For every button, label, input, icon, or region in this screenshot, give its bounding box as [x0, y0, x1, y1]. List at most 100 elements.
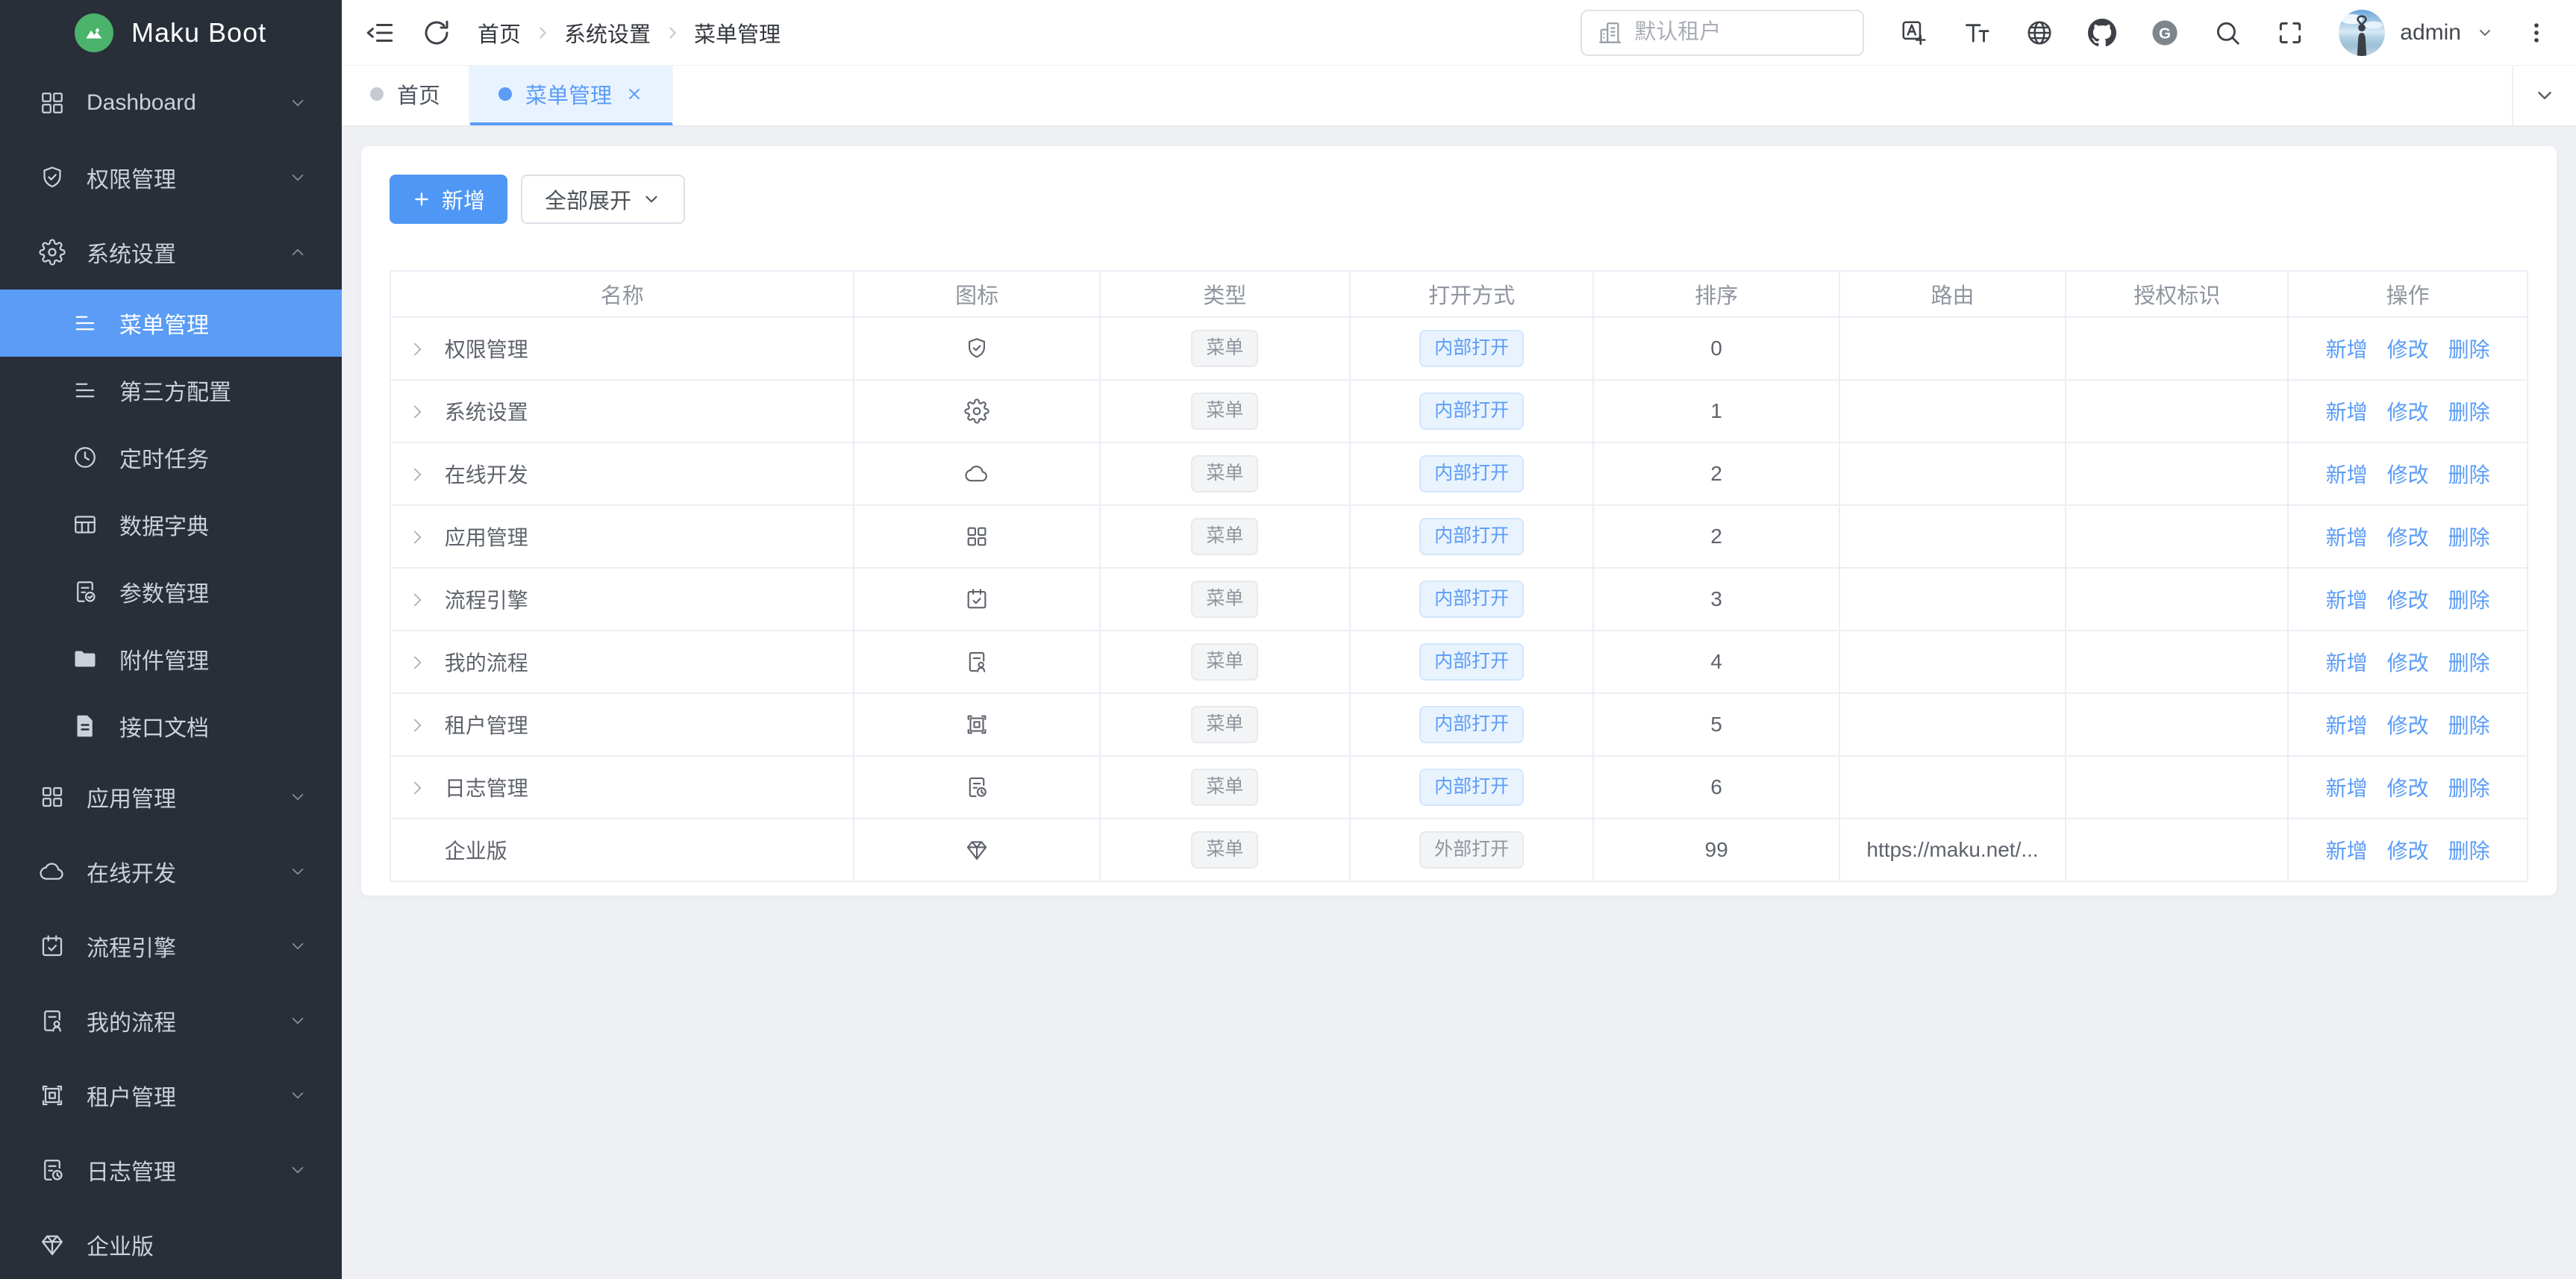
route-value [1839, 631, 2066, 693]
row-delete-link[interactable]: 删除 [2448, 589, 2490, 612]
github-icon[interactable] [2088, 19, 2116, 47]
sort-value: 2 [1593, 505, 1839, 568]
auth-value [2066, 380, 2288, 443]
log-icon [964, 775, 990, 800]
row-edit-link[interactable]: 修改 [2387, 401, 2429, 424]
tenant-input[interactable] [1634, 20, 1848, 45]
row-add-link[interactable]: 新增 [2326, 338, 2368, 361]
expand-row-icon[interactable] [407, 716, 427, 735]
row-delete-link[interactable]: 删除 [2448, 714, 2490, 737]
row-add-link[interactable]: 新增 [2326, 714, 2368, 737]
table-row: 应用管理 菜单 内部打开 2 新增修改删除 [390, 505, 2527, 568]
type-tag: 菜单 [1191, 393, 1258, 430]
more-vertical-icon[interactable] [2524, 19, 2549, 47]
folder-icon [72, 645, 99, 672]
expand-row-icon[interactable] [407, 402, 427, 422]
sidebar-item-定时任务[interactable]: 定时任务 [0, 424, 342, 491]
sidebar-item-参数管理[interactable]: 参数管理 [0, 558, 342, 625]
gitee-icon[interactable]: G [2151, 19, 2179, 47]
sidebar-item-系统设置[interactable]: 系统设置 [0, 215, 342, 290]
row-edit-link[interactable]: 修改 [2387, 338, 2429, 361]
fullscreen-icon[interactable] [2276, 19, 2304, 47]
open-mode-tag: 内部打开 [1419, 518, 1524, 555]
tenant-select[interactable] [1581, 10, 1864, 56]
chevron-down-icon [642, 190, 661, 209]
sort-value: 0 [1593, 317, 1839, 380]
open-mode-tag: 内部打开 [1419, 769, 1524, 806]
sidebar-item-接口文档[interactable]: 接口文档 [0, 692, 342, 760]
sidebar-item-附件管理[interactable]: 附件管理 [0, 625, 342, 692]
sidebar-item-应用管理[interactable]: 应用管理 [0, 760, 342, 834]
sidebar-item-数据字典[interactable]: 数据字典 [0, 491, 342, 558]
row-add-link[interactable]: 新增 [2326, 401, 2368, 424]
row-delete-link[interactable]: 删除 [2448, 401, 2490, 424]
expand-row-icon[interactable] [407, 590, 427, 610]
chevron-right-icon [534, 25, 551, 41]
type-tag: 菜单 [1191, 581, 1258, 618]
row-edit-link[interactable]: 修改 [2387, 714, 2429, 737]
close-icon[interactable] [625, 85, 643, 103]
sidebar-item-权限管理[interactable]: 权限管理 [0, 140, 342, 215]
column-header: 授权标识 [2066, 271, 2288, 317]
breadcrumb-system[interactable]: 系统设置 [564, 17, 651, 49]
sidebar-item-日志管理[interactable]: 日志管理 [0, 1133, 342, 1207]
row-edit-link[interactable]: 修改 [2387, 839, 2429, 863]
chevron-up-icon [288, 243, 307, 262]
row-add-link[interactable]: 新增 [2326, 589, 2368, 612]
row-add-link[interactable]: 新增 [2326, 463, 2368, 487]
tab-menu-management[interactable]: 菜单管理 [470, 66, 673, 125]
main-content: 新增 全部展开 名称图标类型打开方式排序路由授权标识操作 权限管理 [342, 127, 2576, 1279]
expand-all-button[interactable]: 全部展开 [521, 175, 685, 224]
table-row: 系统设置 菜单 内部打开 1 新增修改删除 [390, 380, 2527, 443]
row-edit-link[interactable]: 修改 [2387, 589, 2429, 612]
open-mode-tag: 内部打开 [1419, 393, 1524, 430]
auth-value [2066, 568, 2288, 631]
row-edit-link[interactable]: 修改 [2387, 651, 2429, 675]
row-add-link[interactable]: 新增 [2326, 777, 2368, 800]
row-delete-link[interactable]: 删除 [2448, 839, 2490, 863]
row-delete-link[interactable]: 删除 [2448, 338, 2490, 361]
sidebar-item-Dashboard[interactable]: Dashboard [0, 66, 342, 140]
sidebar-item-菜单管理[interactable]: 菜单管理 [0, 290, 342, 357]
font-size-icon[interactable] [1963, 19, 1991, 47]
sidebar-item-第三方配置[interactable]: 第三方配置 [0, 357, 342, 424]
row-delete-link[interactable]: 删除 [2448, 463, 2490, 487]
search-icon[interactable] [2213, 19, 2242, 47]
row-delete-link[interactable]: 删除 [2448, 526, 2490, 549]
tab-dot [498, 87, 512, 101]
menu-lines-icon [72, 377, 99, 404]
collapse-sidebar-icon[interactable] [364, 17, 396, 49]
sidebar-item-流程引擎[interactable]: 流程引擎 [0, 909, 342, 984]
sidebar-item-在线开发[interactable]: 在线开发 [0, 834, 342, 909]
translate-icon[interactable] [1900, 19, 1928, 47]
user-menu[interactable]: admin [2339, 10, 2494, 56]
sidebar-item-我的流程[interactable]: 我的流程 [0, 984, 342, 1058]
expand-row-icon[interactable] [407, 778, 427, 798]
cloud-icon [39, 858, 66, 885]
breadcrumb-home[interactable]: 首页 [478, 17, 521, 49]
add-button[interactable]: 新增 [390, 175, 507, 224]
row-add-link[interactable]: 新增 [2326, 839, 2368, 863]
expand-row-icon[interactable] [407, 653, 427, 672]
table-row: 在线开发 菜单 内部打开 2 新增修改删除 [390, 443, 2527, 505]
shield-check-icon [964, 336, 990, 361]
expand-row-icon[interactable] [407, 528, 427, 547]
menu-name: 日志管理 [445, 777, 528, 800]
auth-value [2066, 317, 2288, 380]
row-edit-link[interactable]: 修改 [2387, 463, 2429, 487]
sidebar-item-租户管理[interactable]: 租户管理 [0, 1058, 342, 1133]
row-add-link[interactable]: 新增 [2326, 526, 2368, 549]
globe-icon[interactable] [2025, 19, 2054, 47]
refresh-icon[interactable] [421, 17, 452, 49]
row-add-link[interactable]: 新增 [2326, 651, 2368, 675]
tab-options-button[interactable] [2512, 66, 2576, 125]
column-header: 名称 [390, 271, 854, 317]
row-delete-link[interactable]: 删除 [2448, 651, 2490, 675]
expand-row-icon[interactable] [407, 465, 427, 484]
tab-home[interactable]: 首页 [342, 66, 470, 125]
sidebar-item-企业版[interactable]: 企业版 [0, 1207, 342, 1279]
expand-row-icon[interactable] [407, 340, 427, 359]
row-edit-link[interactable]: 修改 [2387, 777, 2429, 800]
row-edit-link[interactable]: 修改 [2387, 526, 2429, 549]
row-delete-link[interactable]: 删除 [2448, 777, 2490, 800]
